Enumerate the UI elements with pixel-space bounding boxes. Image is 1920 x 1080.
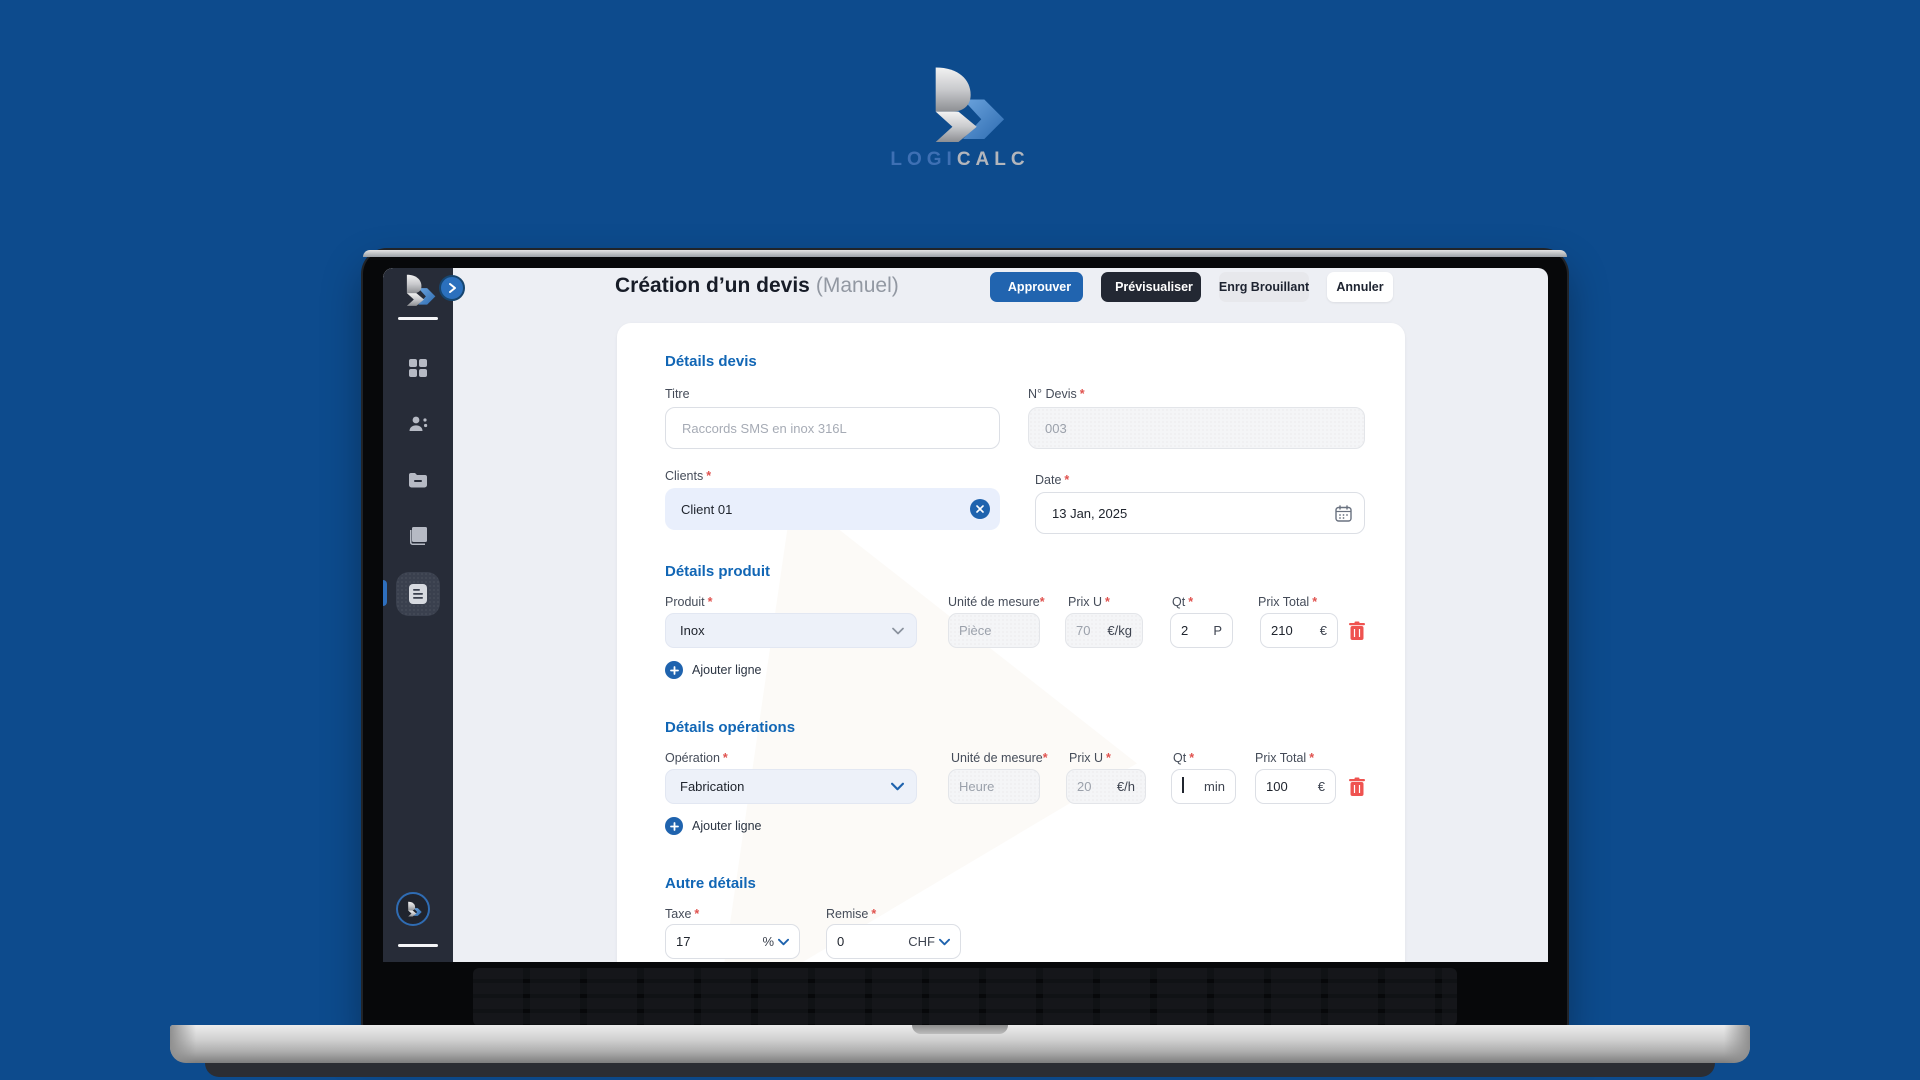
page: LOGICALC Création d’un devis (Manuel) Ap…	[0, 0, 1920, 1080]
produit-select[interactable]: Inox	[665, 613, 917, 648]
brand-text-logi: LOGI	[890, 149, 957, 170]
section-title-produit: Détails produit	[665, 563, 771, 580]
section-title-devis: Détails devis	[665, 353, 757, 370]
num-devis-label: N° Devis *	[1028, 387, 1085, 401]
sidebar	[383, 268, 465, 962]
sidebar-item-files[interactable]	[390, 460, 446, 500]
operation-price-label: Prix U *	[1069, 751, 1111, 765]
users-icon	[409, 416, 427, 431]
page-title-text: Création d’un devis	[615, 274, 810, 297]
section-title-operations: Détails opérations	[665, 719, 796, 736]
produit-price-input[interactable]: 70 €/kg	[1065, 613, 1143, 648]
clients-value: Client 01	[681, 501, 733, 517]
brand-wordmark: LOGICALC	[0, 149, 1920, 171]
laptop-base-notch	[912, 1025, 1008, 1034]
operation-select[interactable]: Fabrication	[665, 769, 917, 804]
laptop-screen: Création d’un devis (Manuel) Approuver P…	[363, 250, 1567, 1035]
chevron-down-icon	[939, 938, 950, 945]
add-product-line-button[interactable]: Ajouter ligne	[665, 661, 762, 679]
produit-qty-input[interactable]: 2 P	[1170, 613, 1233, 648]
taxe-label: Taxe *	[665, 907, 700, 921]
remise-input[interactable]: 0 CHF	[826, 924, 961, 959]
sidebar-item-clients[interactable]	[390, 404, 446, 444]
date-field[interactable]: 13 Jan, 2025	[1035, 492, 1365, 534]
operation-qty-label: Qt *	[1173, 751, 1195, 765]
quote-form-card: Détails devis Titre N° Devis* Clients* C…	[617, 323, 1405, 962]
section-title-autre: Autre détails	[665, 875, 756, 892]
sidebar-profile-badge[interactable]	[396, 892, 430, 926]
chevron-down-icon	[778, 938, 789, 945]
pages-icon	[410, 527, 427, 545]
page-title: Création d’un devis (Manuel)	[615, 274, 899, 298]
calendar-icon	[1335, 504, 1352, 522]
clear-client-button[interactable]	[970, 499, 990, 519]
produit-qty-label: Qt *	[1172, 595, 1194, 609]
titre-label: Titre	[665, 387, 690, 401]
operation-unit-input[interactable]: Heure	[948, 769, 1040, 804]
chevron-down-icon	[892, 627, 904, 634]
date-value: 13 Jan, 2025	[1052, 505, 1128, 521]
operation-unit-label: Unité de mesure*	[951, 751, 1048, 765]
invoice-icon	[409, 584, 427, 604]
operation-label: Opération *	[665, 751, 728, 765]
date-label: Date *	[1035, 473, 1070, 487]
delete-product-row-icon[interactable]	[1348, 621, 1366, 641]
text-cursor	[1182, 777, 1184, 793]
sidebar-divider-bottom	[398, 944, 438, 947]
brand-logo: LOGICALC	[0, 66, 1920, 171]
active-item-indicator	[383, 580, 387, 606]
produit-total-label: Prix Total *	[1258, 595, 1318, 609]
sidebar-item-dashboard[interactable]	[390, 348, 446, 388]
num-devis-input[interactable]	[1028, 407, 1365, 449]
titre-input[interactable]	[665, 407, 1000, 449]
clients-field[interactable]: Client 01	[665, 488, 1000, 530]
sidebar-item-documents[interactable]	[390, 516, 446, 556]
sidebar-logo-icon	[406, 274, 436, 306]
app-window: Création d’un devis (Manuel) Approuver P…	[383, 268, 1548, 962]
chevron-right-icon	[449, 283, 456, 293]
laptop-base-shadow	[205, 1063, 1715, 1077]
plus-icon	[665, 817, 683, 835]
laptop-base	[170, 1025, 1750, 1063]
sidebar-divider-top	[398, 317, 438, 320]
delete-operation-row-icon[interactable]	[1348, 777, 1366, 797]
produit-price-label: Prix U *	[1068, 595, 1110, 609]
sidebar-expand-button[interactable]	[439, 275, 465, 301]
produit-unit-input[interactable]: Pièce	[948, 613, 1040, 648]
plus-icon	[665, 661, 683, 679]
badge-logo-icon	[408, 901, 422, 917]
save-draft-button[interactable]: Enrg Brouillant	[1219, 272, 1309, 302]
operation-total-input[interactable]: 100 €	[1255, 769, 1336, 804]
folder-icon	[409, 473, 427, 488]
logicalc-logo-icon	[935, 67, 1005, 142]
brand-text-calc: CALC	[956, 149, 1030, 170]
produit-unit-label: Unité de mesure*	[948, 595, 1045, 609]
main-area: Création d’un devis (Manuel) Approuver P…	[453, 268, 1548, 962]
remise-label: Remise *	[826, 907, 877, 921]
cancel-button[interactable]: Annuler	[1327, 272, 1393, 302]
clients-label: Clients *	[665, 469, 712, 483]
sidebar-item-quotes-active[interactable]	[396, 572, 440, 616]
produit-label: Produit *	[665, 595, 713, 609]
operation-qty-input[interactable]: min	[1171, 769, 1236, 804]
close-icon	[976, 505, 984, 513]
operation-total-label: Prix Total *	[1255, 751, 1315, 765]
chevron-down-icon	[891, 782, 904, 791]
preview-button[interactable]: Prévisualiser	[1101, 272, 1201, 302]
header-actions: Approuver Prévisualiser Enrg Brouillant …	[990, 272, 1393, 302]
keyboard-reflection	[473, 968, 1457, 1026]
produit-total-input[interactable]: 210 €	[1260, 613, 1338, 648]
grid-icon	[409, 359, 427, 377]
operation-price-input[interactable]: 20 €/h	[1066, 769, 1146, 804]
approve-button[interactable]: Approuver	[990, 272, 1083, 302]
taxe-input[interactable]: 17 %	[665, 924, 800, 959]
page-title-mode: (Manuel)	[815, 274, 899, 297]
add-operation-line-button[interactable]: Ajouter ligne	[665, 817, 762, 835]
